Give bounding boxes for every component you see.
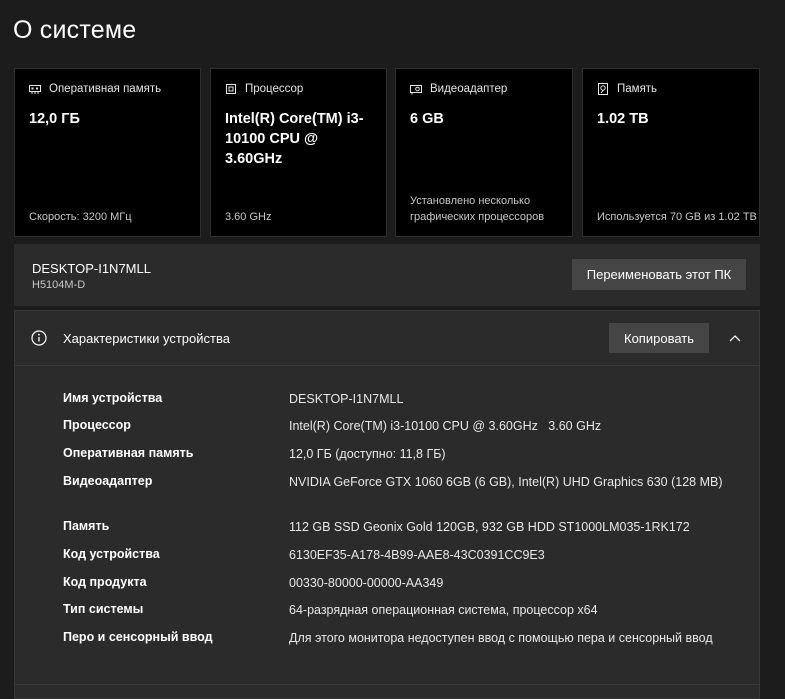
storage-card[interactable]: Память 1.02 TB Используется 70 GB из 1.0…	[582, 68, 760, 237]
spec-label: Память	[63, 519, 110, 533]
spec-label: Перо и сенсорный ввод	[63, 630, 213, 644]
gpu-icon	[410, 85, 422, 95]
chevron-up-icon[interactable]	[727, 330, 743, 346]
spec-value: Для этого монитора недоступен ввод с пом…	[289, 631, 713, 645]
copy-button[interactable]: Копировать	[609, 323, 709, 353]
spec-label: Оперативная память	[63, 446, 194, 460]
card-label: Оперативная память	[49, 83, 162, 95]
card-footer: Используется 70 GB из 1.02 TB	[597, 211, 757, 223]
spec-label: Код устройства	[63, 547, 160, 561]
card-label: Память	[617, 83, 658, 95]
spec-value: 112 GB SSD Geonix Gold 120GB, 932 GB HDD…	[289, 520, 690, 534]
card-footer: Установлено несколько графических процес…	[410, 195, 545, 223]
specifications-header[interactable]: Характеристики устройства Копировать	[15, 311, 759, 366]
pc-name: DESKTOP-I1N7MLL	[32, 261, 151, 276]
memory-card[interactable]: Оперативная память 12,0 ГБ Скорость: 320…	[14, 68, 201, 237]
card-value: Intel(R) Core(TM) i3-10100 CPU @ 3.60GHz	[225, 111, 364, 167]
divider	[15, 684, 759, 685]
specifications-title: Характеристики устройства	[63, 331, 230, 346]
processor-card[interactable]: Процессор Intel(R) Core(TM) i3-10100 CPU…	[210, 68, 387, 237]
gpu-card[interactable]: Видеоадаптер 6 GB Установлено несколько …	[395, 68, 573, 237]
spec-label: Тип системы	[63, 602, 144, 616]
info-icon	[31, 330, 47, 346]
spec-label: Видеоадаптер	[63, 474, 153, 488]
page-title: О системе	[13, 16, 137, 44]
summary-cards: Оперативная память 12,0 ГБ Скорость: 320…	[14, 68, 760, 237]
storage-icon	[598, 83, 608, 95]
spec-value: 00330-80000-00000-AA349	[289, 576, 444, 590]
spec-label: Имя устройства	[63, 391, 163, 405]
spec-value: NVIDIA GeForce GTX 1060 6GB (6 GB), Inte…	[289, 475, 723, 489]
card-value: 12,0 ГБ	[29, 111, 80, 127]
device-specifications-panel: Характеристики устройства Копировать Имя…	[14, 310, 760, 699]
card-footer: 3.60 GHz	[225, 211, 272, 223]
card-value: 6 GB	[410, 111, 444, 127]
spec-value: Intel(R) Core(TM) i3-10100 CPU @ 3.60GHz…	[289, 419, 602, 433]
card-value: 1.02 TB	[597, 111, 649, 127]
card-footer: Скорость: 3200 МГц	[29, 211, 132, 223]
card-label: Видеоадаптер	[430, 83, 508, 95]
memory-icon	[29, 85, 41, 94]
spec-value: 6130EF35-A178-4B99-AAE8-43C0391CC9E3	[289, 548, 545, 562]
processor-icon	[226, 84, 236, 94]
pc-model: H5104M-D	[32, 279, 86, 291]
spec-value: 12,0 ГБ (доступно: 11,8 ГБ)	[289, 447, 446, 461]
rename-pc-button[interactable]: Переименовать этот ПК	[572, 259, 746, 290]
spec-label: Код продукта	[63, 575, 147, 589]
spec-value: DESKTOP-I1N7MLL	[289, 392, 404, 406]
pc-name-panel: DESKTOP-I1N7MLL H5104M-D Переименовать э…	[14, 244, 760, 306]
spec-label: Процессор	[63, 418, 131, 432]
spec-value: 64-разрядная операционная система, проце…	[289, 603, 598, 617]
card-label: Процессор	[245, 83, 304, 95]
